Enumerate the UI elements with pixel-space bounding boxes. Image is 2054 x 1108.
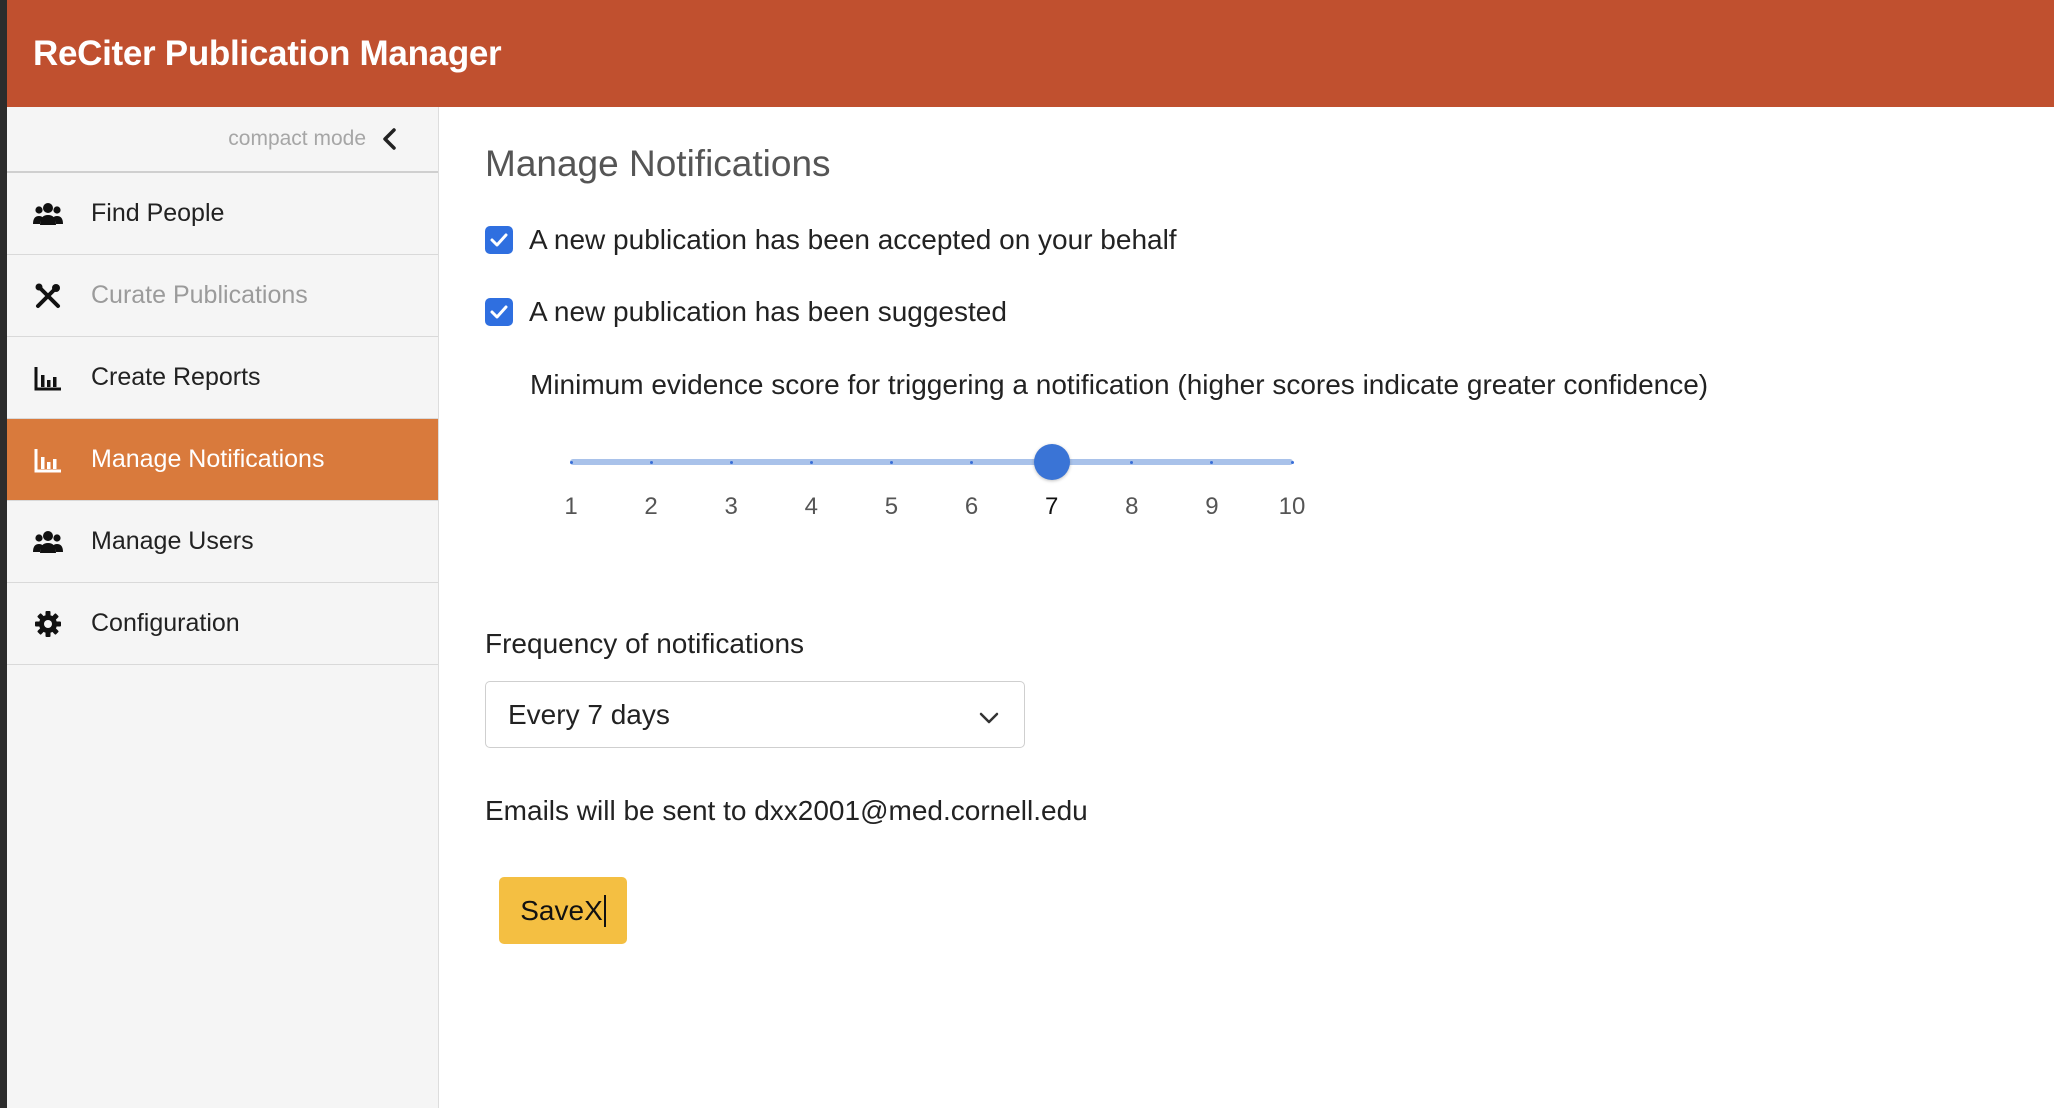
frequency-select[interactable]: Every 7 days [485, 681, 1025, 748]
gear-icon [33, 609, 63, 639]
sidebar-item-label: Manage Notifications [91, 445, 325, 473]
sidebar-item-label: Configuration [91, 609, 240, 637]
slider-tick-label: 10 [1278, 493, 1306, 520]
frequency-label: Frequency of notifications [485, 628, 805, 659]
save-button-label: SaveX [520, 894, 603, 926]
slider-tick-mark [649, 461, 653, 464]
slider-tick-label: 3 [724, 493, 738, 520]
slider-tick-label: 4 [804, 493, 819, 520]
compact-mode-label: compact mode [228, 127, 366, 150]
checkbox-suggested[interactable] [485, 298, 513, 326]
sidebar-item-label: Manage Users [91, 527, 254, 555]
sidebar-item-configuration[interactable]: Configuration [7, 583, 438, 665]
chevron-left-icon[interactable] [380, 127, 400, 151]
slider-tick-label: 2 [644, 493, 658, 520]
app-title: ReCiter Publication Manager [33, 33, 502, 73]
frequency-selected-value: Every 7 days [508, 698, 670, 730]
slider-tick-label: 1 [564, 493, 578, 520]
sidebar-item-curate-publications[interactable]: Curate Publications [7, 255, 438, 337]
bar-chart-icon [33, 445, 63, 475]
slider-tick-mark [569, 461, 573, 464]
window-edge [0, 0, 7, 1108]
slider-track[interactable] [570, 459, 1293, 465]
text-cursor [603, 894, 606, 927]
slider-tick-label: 9 [1205, 493, 1219, 520]
page-title: Manage Notifications [485, 143, 831, 184]
email-note: Emails will be sent to dxx2001@med.corne… [485, 795, 1088, 826]
app-header: ReCiter Publication Manager [7, 0, 2054, 107]
tools-icon [33, 281, 63, 311]
checkbox-accepted[interactable] [485, 226, 513, 254]
chevron-down-icon [978, 704, 1000, 726]
compact-mode-toggle[interactable]: compact mode [7, 107, 438, 173]
slider-tick-mark [729, 461, 733, 464]
users-icon [33, 527, 63, 557]
sidebar: compact mode Find People Curate Publicat… [7, 107, 439, 1108]
slider-thumb[interactable] [1033, 444, 1070, 480]
slider-tick-mark [809, 461, 813, 464]
bar-chart-icon [33, 363, 63, 393]
slider-tick-label: 6 [964, 493, 979, 520]
slider-tick-mark [1290, 461, 1294, 464]
slider-tick-label: 8 [1125, 493, 1139, 520]
sidebar-item-manage-users[interactable]: Manage Users [7, 501, 438, 583]
sidebar-item-label: Create Reports [91, 363, 261, 391]
sidebar-item-manage-notifications[interactable]: Manage Notifications [7, 419, 438, 501]
sidebar-item-find-people[interactable]: Find People [7, 173, 438, 255]
main-content: Manage Notifications A new publication h… [440, 107, 2054, 1108]
sidebar-item-label: Curate Publications [91, 281, 308, 309]
slider-tick-label: 5 [884, 493, 899, 520]
checkbox-row-accepted[interactable]: A new publication has been accepted on y… [485, 224, 1177, 256]
users-icon [33, 199, 63, 229]
slider-label: Minimum evidence score for triggering a … [530, 369, 1709, 400]
checkbox-row-suggested[interactable]: A new publication has been suggested [485, 296, 1007, 328]
sidebar-item-label: Find People [91, 199, 225, 227]
checkbox-label: A new publication has been accepted on y… [529, 224, 1177, 255]
sidebar-item-create-reports[interactable]: Create Reports [7, 337, 438, 419]
slider-tick-mark [889, 461, 893, 464]
checkbox-label: A new publication has been suggested [529, 296, 1007, 327]
slider-tick-label: 7 [1044, 493, 1059, 520]
save-button[interactable]: SaveX [499, 877, 627, 944]
